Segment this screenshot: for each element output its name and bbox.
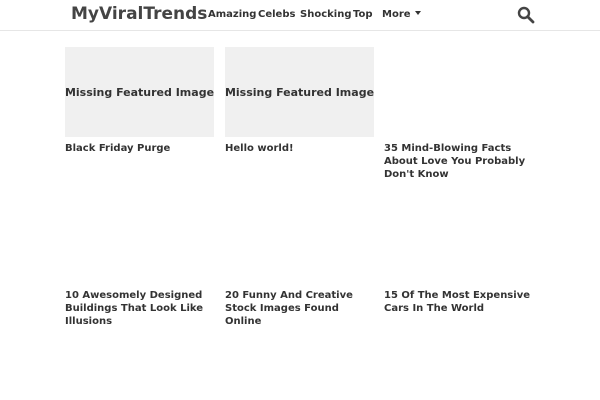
site-header: MyViralTrends Amazing Celebs Shocking To… bbox=[0, 0, 600, 31]
post-card[interactable]: 15 Of The Most Expensive Cars In The Wor… bbox=[384, 194, 534, 315]
caret-down-icon bbox=[414, 11, 421, 15]
post-thumbnail[interactable]: Missing Featured Image bbox=[65, 47, 214, 137]
post-title[interactable]: 20 Funny And Creative Stock Images Found… bbox=[225, 289, 375, 328]
nav-item-celebs[interactable]: Celebs bbox=[258, 9, 295, 20]
post-thumbnail[interactable]: Missing Featured Image bbox=[225, 47, 374, 137]
missing-image-label: Missing Featured Image bbox=[224, 85, 375, 99]
post-title[interactable]: 35 Mind-Blowing Facts About Love You Pro… bbox=[384, 142, 534, 181]
post-thumbnail[interactable] bbox=[384, 194, 533, 284]
post-card[interactable]: Missing Featured Image Black Friday Purg… bbox=[65, 47, 215, 155]
missing-image-label: Missing Featured Image bbox=[64, 85, 215, 99]
post-card[interactable]: 35 Mind-Blowing Facts About Love You Pro… bbox=[384, 47, 534, 181]
nav-item-shocking[interactable]: Shocking bbox=[300, 9, 351, 20]
nav-item-more-label: More bbox=[382, 9, 411, 20]
nav-item-more[interactable]: More bbox=[382, 9, 421, 20]
post-card[interactable]: 20 Funny And Creative Stock Images Found… bbox=[225, 194, 375, 328]
post-title[interactable]: 15 Of The Most Expensive Cars In The Wor… bbox=[384, 289, 534, 315]
post-thumbnail[interactable] bbox=[65, 194, 214, 284]
post-title[interactable]: 10 Awesomely Designed Buildings That Loo… bbox=[65, 289, 215, 328]
site-logo[interactable]: MyViralTrends bbox=[71, 4, 207, 24]
search-icon bbox=[517, 6, 535, 24]
post-thumbnail[interactable] bbox=[225, 194, 374, 284]
post-title[interactable]: Black Friday Purge bbox=[65, 142, 215, 155]
nav-item-amazing[interactable]: Amazing bbox=[208, 9, 256, 20]
post-card[interactable]: Missing Featured Image Hello world! bbox=[225, 47, 375, 155]
post-card[interactable]: 10 Awesomely Designed Buildings That Loo… bbox=[65, 194, 215, 328]
nav-item-top[interactable]: Top bbox=[353, 9, 373, 20]
post-thumbnail[interactable] bbox=[384, 47, 533, 137]
search-button[interactable] bbox=[517, 6, 535, 24]
post-title[interactable]: Hello world! bbox=[225, 142, 375, 155]
